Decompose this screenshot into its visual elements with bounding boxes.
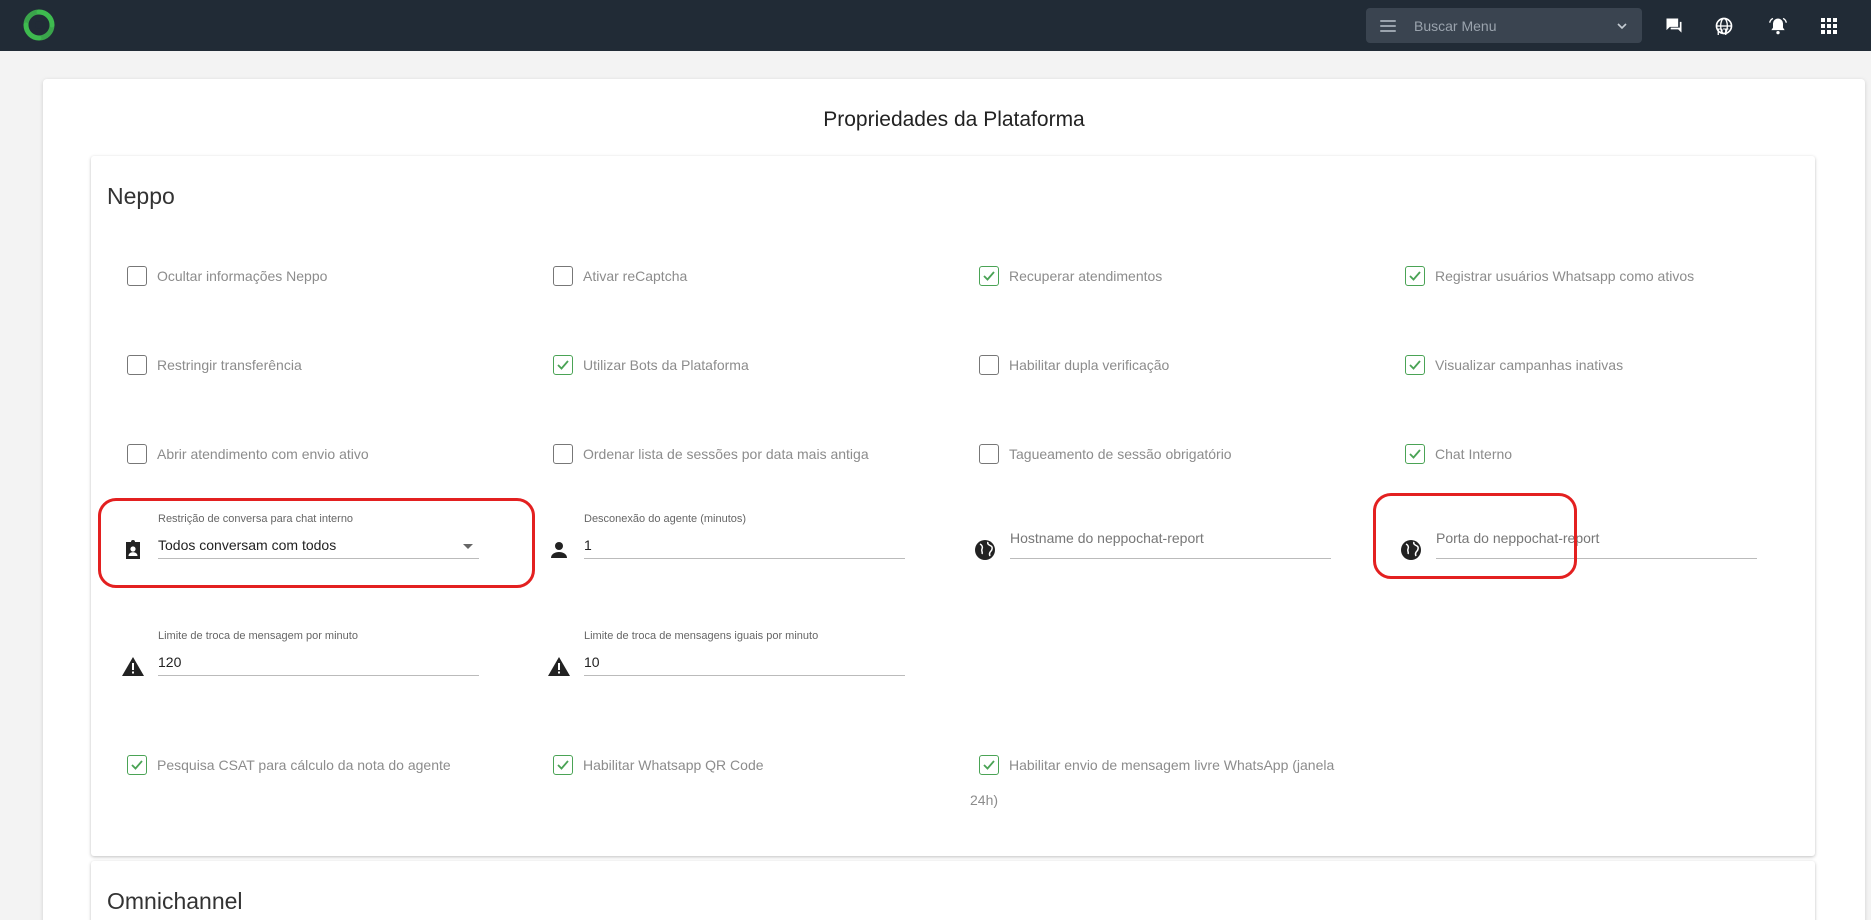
message-limit-field[interactable]: Limite de troca de mensagem por minuto 1… [121,630,479,682]
checkbox-box[interactable] [127,266,147,286]
checkmark-icon [557,760,569,770]
checkbox-label: Ocultar informações Neppo [157,268,328,284]
neppo-section-title: Neppo [107,183,175,209]
field-value[interactable]: 1 [584,537,905,559]
checkmark-icon [131,760,143,770]
field-placeholder: Hostname do neppochat-report [1010,530,1204,546]
checkbox-recuperar-atendimentos[interactable]: Recuperar atendimentos [979,266,1162,286]
checkbox-box[interactable] [127,755,147,775]
field-label: Limite de troca de mensagens iguais por … [584,630,819,642]
page-title: Propriedades da Plataforma [823,108,1085,131]
checkbox-label: Ativar reCaptcha [583,268,688,284]
checkbox-label: Habilitar envio de mensagem livre WhatsA… [1009,757,1335,773]
checkbox-label-continuation: 24h) [970,792,999,808]
checkbox-restringir-transferencia[interactable]: Restringir transferência [127,355,302,375]
checkbox-box[interactable] [553,444,573,464]
checkbox-dupla-verificacao[interactable]: Habilitar dupla verificação [979,355,1169,375]
checkbox-label: Pesquisa CSAT para cálculo da nota do ag… [157,757,451,773]
checkbox-label: Restringir transferência [157,357,302,373]
checkbox-label: Abrir atendimento com envio ativo [157,446,369,462]
app-logo-icon[interactable] [22,8,56,42]
field-label: Limite de troca de mensagem por minuto [158,630,358,642]
field-value[interactable]: 10 [584,654,905,676]
menu-search-select[interactable]: Buscar Menu [1366,8,1642,43]
hamburger-icon [1380,19,1396,32]
checkbox-box[interactable] [1405,266,1425,286]
warning-icon [548,657,570,676]
notification-bell-icon[interactable] [1765,13,1791,39]
checkbox-box[interactable] [979,444,999,464]
checkbox-label: Recuperar atendimentos [1009,268,1163,284]
platform-properties-card: Propriedades da Plataforma Neppo Ocultar… [43,79,1865,920]
checkbox-box[interactable] [553,355,573,375]
checkbox-label: Ordenar lista de sessões por data mais a… [583,446,869,462]
checkbox-label: Habilitar Whatsapp QR Code [583,757,764,773]
checkbox-label: Chat Interno [1435,446,1513,462]
menu-search-placeholder: Buscar Menu [1414,17,1497,34]
checkbox-registrar-usuarios-whatsapp[interactable]: Registrar usuários Whatsapp como ativos [1405,266,1694,286]
checkbox-box[interactable] [1405,444,1425,464]
checkbox-ativar-recaptcha[interactable]: Ativar reCaptcha [553,266,687,286]
checkbox-whatsapp-qr-code[interactable]: Habilitar Whatsapp QR Code [553,755,764,775]
warning-icon [122,657,144,676]
chat-icon[interactable] [1661,13,1687,39]
checkbox-mensagem-livre-whatsapp[interactable]: Habilitar envio de mensagem livre WhatsA… [979,755,1334,775]
checkbox-label: Habilitar dupla verificação [1009,357,1170,373]
checkbox-box[interactable] [127,444,147,464]
checkmark-icon [983,271,995,281]
checkbox-ordenar-lista-sessoes[interactable]: Ordenar lista de sessões por data mais a… [553,444,869,464]
top-navbar: Buscar Menu PT [0,0,1871,51]
annotation-highlight-chat-restriction [98,498,535,588]
checkmark-icon [1409,449,1421,459]
checkbox-box[interactable] [1405,355,1425,375]
field-value[interactable]: Hostname do neppochat-report [1010,530,1331,559]
annotation-highlight-chat-interno [1373,493,1577,579]
checkbox-utilizar-bots[interactable]: Utilizar Bots da Plataforma [553,355,749,375]
checkbox-tagueamento-sessao[interactable]: Tagueamento de sessão obrigatório [979,444,1232,464]
checkbox-box[interactable] [553,755,573,775]
globe-icon [975,540,995,560]
chevron-down-icon [1617,22,1627,29]
checkbox-abrir-atendimento-envio-ativo[interactable]: Abrir atendimento com envio ativo [127,444,369,464]
checkbox-box[interactable] [979,755,999,775]
checkmark-icon [1409,360,1421,370]
checkbox-chat-interno[interactable]: Chat Interno [1405,444,1512,464]
omnichannel-section-title: Omnichannel [107,888,243,914]
checkbox-box[interactable] [979,266,999,286]
checkbox-label: Tagueamento de sessão obrigatório [1009,446,1232,462]
checkbox-label: Registrar usuários Whatsapp como ativos [1435,268,1695,284]
same-message-limit-field[interactable]: Limite de troca de mensagens iguais por … [547,630,905,682]
language-code: PT [1717,27,1729,37]
neppo-section: Neppo Ocultar informações Neppo Ativar r… [91,156,1815,856]
checkmark-icon [557,360,569,370]
checkmark-icon [983,760,995,770]
person-icon [551,542,567,558]
checkbox-label: Utilizar Bots da Plataforma [583,357,749,373]
apps-grid-icon[interactable] [1816,13,1842,39]
checkbox-campanhas-inativas[interactable]: Visualizar campanhas inativas [1405,355,1623,375]
checkmark-icon [1409,271,1421,281]
checkbox-pesquisa-csat[interactable]: Pesquisa CSAT para cálculo da nota do ag… [127,755,451,775]
hostname-field[interactable]: Hostname do neppochat-report [973,513,1331,565]
omnichannel-section: Omnichannel [91,861,1815,920]
checkbox-ocultar-informacoes[interactable]: Ocultar informações Neppo [127,266,327,286]
checkbox-label: Visualizar campanhas inativas [1435,357,1624,373]
agent-disconnect-field[interactable]: Desconexão do agente (minutos) 1 [547,513,905,565]
field-value[interactable]: 120 [158,654,479,676]
field-label: Desconexão do agente (minutos) [584,513,747,525]
checkbox-box[interactable] [553,266,573,286]
checkbox-box[interactable] [979,355,999,375]
checkbox-box[interactable] [127,355,147,375]
